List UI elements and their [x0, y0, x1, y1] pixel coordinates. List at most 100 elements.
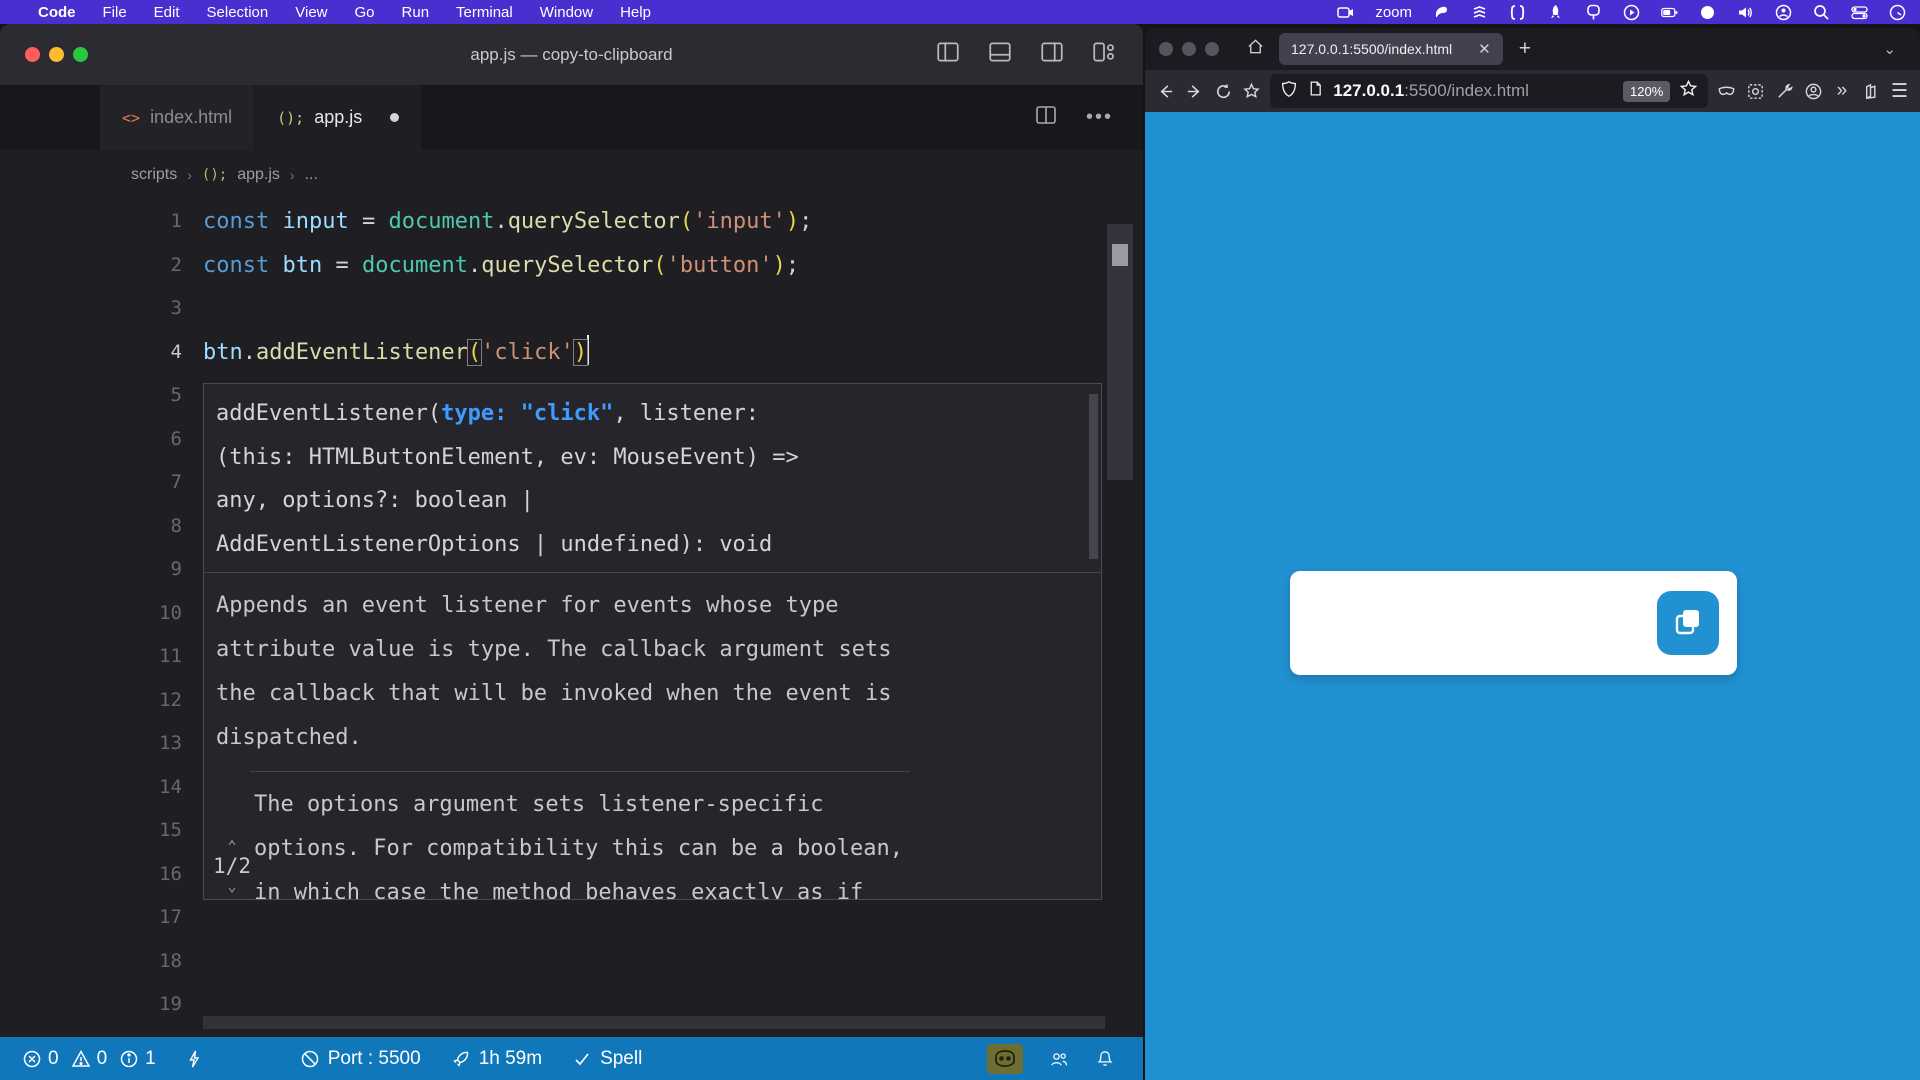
menu-item-code[interactable]: Code [38, 4, 76, 21]
code-line-17[interactable]: 17 [0, 896, 1143, 940]
toggle-panel-icon[interactable] [987, 39, 1013, 70]
braces-icon[interactable] [1509, 4, 1526, 21]
battery-icon[interactable] [1661, 4, 1678, 21]
menu-item-window[interactable]: Window [540, 4, 593, 21]
code-line-3[interactable]: 3 [0, 287, 1143, 331]
record-dot-icon[interactable] [1699, 4, 1716, 21]
editor-more-actions-icon[interactable]: ••• [1086, 106, 1113, 129]
volume-icon[interactable] [1737, 4, 1754, 21]
screenshot-icon[interactable] [1745, 76, 1766, 106]
clock-icon[interactable] [1889, 4, 1906, 21]
people-icon[interactable] [1049, 1049, 1069, 1069]
menu-item-go[interactable]: Go [355, 4, 375, 21]
control-center-icon[interactable] [1851, 4, 1868, 21]
hover-scrollbar[interactable] [1089, 394, 1098, 559]
close-tab-icon[interactable]: ✕ [1478, 40, 1491, 58]
customize-layout-icon[interactable] [1091, 39, 1117, 70]
wrench-icon[interactable] [1774, 76, 1795, 106]
face-circle-icon[interactable] [1775, 4, 1792, 21]
shell-icon[interactable] [1433, 4, 1450, 21]
bookmark-star-icon[interactable] [1679, 79, 1698, 103]
mask-icon[interactable] [1716, 76, 1737, 106]
breadcrumb-symbol[interactable]: ... [305, 166, 318, 184]
chevron-up-icon[interactable]: ⌃ [212, 839, 252, 853]
editor-horizontal-scrollbar[interactable] [203, 1016, 1105, 1029]
breadcrumb[interactable]: scripts › (); app.js › ... [0, 150, 1143, 200]
shield-icon[interactable] [1280, 80, 1298, 103]
close-window-button[interactable] [1159, 42, 1173, 56]
zoom-level-badge[interactable]: 120% [1623, 81, 1670, 102]
minimize-window-button[interactable] [49, 47, 64, 62]
code-editor[interactable]: 1const input = document.querySelector('i… [0, 200, 1143, 1037]
paddle-icon[interactable] [1585, 4, 1602, 21]
maximize-window-button[interactable] [1205, 42, 1219, 56]
breadcrumb-folder[interactable]: scripts [131, 166, 177, 184]
live-server-port-status[interactable]: Port : 5500 [300, 1048, 421, 1070]
new-tab-button[interactable]: + [1519, 37, 1531, 61]
toggle-secondary-sidebar-icon[interactable] [1039, 39, 1065, 70]
bell-icon[interactable] [1095, 1049, 1115, 1069]
overflow-chevron-icon[interactable]: » [1832, 76, 1853, 106]
maximize-window-button[interactable] [73, 47, 88, 62]
menu-item-selection[interactable]: Selection [207, 4, 269, 21]
menu-item-terminal[interactable]: Terminal [456, 4, 513, 21]
intellisense-hover[interactable]: addEventListener(type: "click", listener… [203, 383, 1102, 900]
close-window-button[interactable] [25, 47, 40, 62]
code-line-2[interactable]: 2const btn = document.querySelector('but… [0, 244, 1143, 288]
tab-app-js[interactable]: (); app.js [255, 85, 421, 150]
menu-status-icons: zoom [1337, 4, 1906, 21]
page-info-icon[interactable] [1307, 80, 1324, 102]
extension-icon[interactable] [1860, 76, 1881, 106]
text-cursor [587, 335, 589, 365]
menu-item-view[interactable]: View [295, 4, 327, 21]
lightning-icon[interactable] [184, 1049, 204, 1069]
url-bar[interactable]: 127.0.0.1:5500/index.html 120% [1270, 74, 1708, 108]
list-all-tabs-icon[interactable]: ⌄ [1883, 40, 1896, 58]
tab-label: index.html [150, 107, 232, 128]
copy-card [1290, 571, 1737, 675]
code-line-18[interactable]: 18 [0, 940, 1143, 984]
split-editor-icon[interactable] [1034, 103, 1058, 132]
menu-item-file[interactable]: File [103, 4, 127, 21]
zoom-menu-label[interactable]: zoom [1375, 4, 1412, 21]
line-number: 17 [0, 896, 182, 940]
modified-dot-icon[interactable] [390, 113, 399, 122]
breadcrumb-file[interactable]: app.js [237, 166, 280, 184]
menu-item-edit[interactable]: Edit [154, 4, 180, 21]
chevron-down-icon[interactable]: ⌄ [212, 879, 252, 893]
search-icon[interactable] [1813, 4, 1830, 21]
editor-vertical-scrollbar[interactable] [1107, 224, 1133, 480]
hover-page-number: 1/2 [212, 853, 252, 879]
tab-index-html[interactable]: <> index.html [100, 85, 255, 150]
browser-tab[interactable]: 127.0.0.1:5500/index.html ✕ [1279, 33, 1503, 65]
forward-icon[interactable] [1184, 76, 1205, 106]
url-text[interactable]: 127.0.0.1:5500/index.html [1333, 81, 1529, 101]
copilot-status[interactable] [987, 1044, 1023, 1074]
screen-record-icon[interactable] [1337, 4, 1354, 21]
vscode-titlebar[interactable]: app.js — copy-to-clipboard [0, 24, 1143, 85]
reload-icon[interactable] [1213, 76, 1234, 106]
globe-account-icon[interactable] [1803, 76, 1824, 106]
bookmarks-icon[interactable] [1241, 76, 1262, 106]
copy-button[interactable] [1657, 591, 1719, 655]
code-line-4[interactable]: 4btn.addEventListener('click') [0, 331, 1143, 375]
home-icon[interactable] [1246, 37, 1265, 61]
text-input[interactable] [1304, 579, 1654, 667]
time-tracker-status[interactable]: 1h 59m [451, 1048, 542, 1070]
menu-icon[interactable]: ☰ [1889, 76, 1910, 106]
menu-item-help[interactable]: Help [620, 4, 651, 21]
hover-doc-paragraph: Appends an event listener for events who… [204, 573, 904, 771]
code-line-1[interactable]: 1const input = document.querySelector('i… [0, 200, 1143, 244]
toggle-sidebar-icon[interactable] [935, 39, 961, 70]
warning-icon [71, 1049, 91, 1069]
minimize-window-button[interactable] [1182, 42, 1196, 56]
play-circle-icon[interactable] [1623, 4, 1640, 21]
line-number: 3 [0, 287, 182, 331]
problems-status[interactable]: 0 0 1 [22, 1048, 156, 1070]
line-number: 13 [0, 722, 182, 766]
menu-item-run[interactable]: Run [402, 4, 430, 21]
stack-icon[interactable] [1471, 4, 1488, 21]
back-icon[interactable] [1155, 76, 1176, 106]
spell-checker-status[interactable]: Spell [572, 1048, 642, 1070]
rocket-icon[interactable] [1547, 4, 1564, 21]
